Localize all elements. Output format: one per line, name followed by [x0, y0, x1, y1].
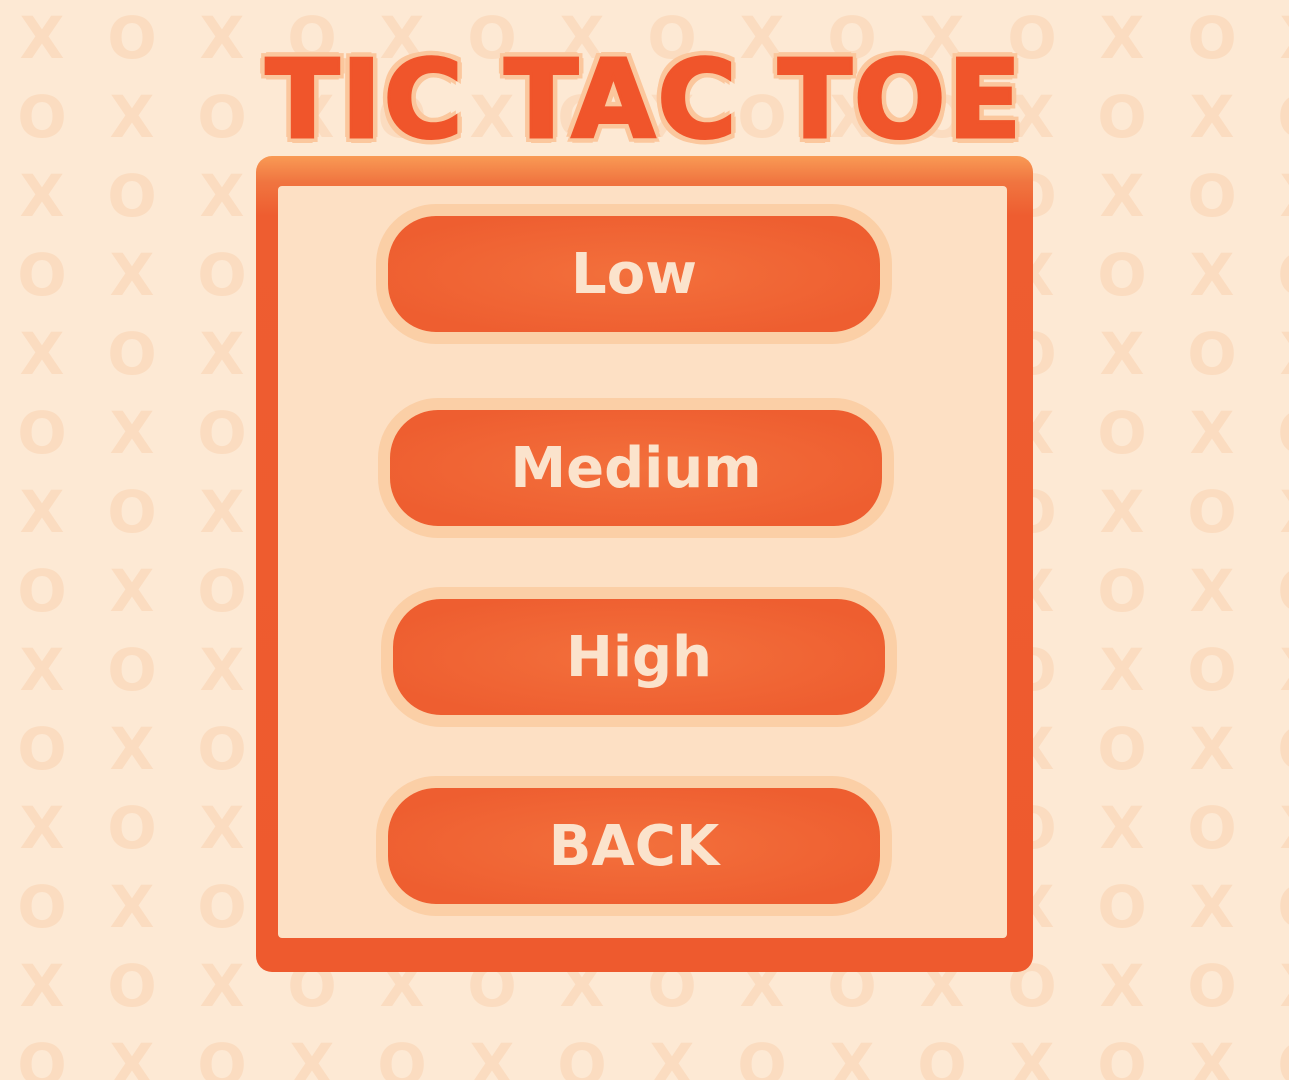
background-glyph: X: [19, 794, 65, 862]
background-glyph: X: [469, 1031, 515, 1080]
background-glyph: X: [109, 241, 155, 309]
background-glyph: X: [1099, 478, 1145, 546]
background-glyph: X: [1189, 399, 1235, 467]
difficulty-low-button[interactable]: Low: [376, 204, 892, 344]
background-glyph: X: [109, 715, 155, 783]
background-glyph: X: [1009, 1031, 1055, 1080]
background-glyph: O: [1097, 1031, 1147, 1080]
background-glyph: X: [1099, 794, 1145, 862]
background-glyph: X: [199, 794, 245, 862]
background-glyph: X: [19, 478, 65, 546]
background-glyph: X: [289, 1031, 335, 1080]
background-glyph: X: [19, 320, 65, 388]
background-glyph: O: [17, 873, 67, 941]
background-glyph: O: [107, 794, 157, 862]
background-glyph: O: [17, 241, 67, 309]
background-glyph: X: [199, 636, 245, 704]
background-glyph: O: [197, 399, 247, 467]
background-glyph: X: [19, 636, 65, 704]
background-glyph: X: [109, 1031, 155, 1080]
background-glyph: O: [1097, 557, 1147, 625]
background-glyph: O: [107, 162, 157, 230]
background-glyph: X: [199, 320, 245, 388]
background-glyph: X: [829, 1031, 875, 1080]
background-glyph: X: [1272, 956, 1289, 1016]
background-glyph: O: [107, 478, 157, 546]
background-glyph: X: [1272, 166, 1289, 226]
background-glyph: O: [1187, 162, 1237, 230]
background-glyph: X: [1099, 636, 1145, 704]
background-glyph: O: [1097, 399, 1147, 467]
background-glyph: O: [107, 320, 157, 388]
background-glyph: X: [109, 557, 155, 625]
background-glyph: X: [1099, 320, 1145, 388]
background-glyph: O: [197, 241, 247, 309]
background-glyph: X: [1189, 873, 1235, 941]
background-glyph: O: [1097, 873, 1147, 941]
background-glyph: X: [19, 952, 65, 1020]
background-glyph: O: [17, 557, 67, 625]
background-glyph: O: [1187, 794, 1237, 862]
background-glyph: X: [1189, 715, 1235, 783]
background-glyph: X: [1099, 162, 1145, 230]
background-glyph: O: [1272, 719, 1289, 779]
background-glyph: X: [1272, 482, 1289, 542]
background-glyph: O: [1272, 877, 1289, 937]
background-glyph: O: [17, 399, 67, 467]
background-glyph: X: [19, 162, 65, 230]
background-glyph: O: [1187, 952, 1237, 1020]
background-glyph: O: [1272, 561, 1289, 621]
background-glyph: O: [1272, 245, 1289, 305]
background-glyph: O: [1187, 478, 1237, 546]
background-glyph: O: [1272, 1035, 1289, 1080]
difficulty-high-button[interactable]: High: [381, 587, 897, 727]
background-glyph: X: [199, 162, 245, 230]
background-glyph: O: [557, 1031, 607, 1080]
background-glyph: X: [1272, 324, 1289, 384]
background-glyph: X: [1189, 557, 1235, 625]
background-glyph: O: [197, 557, 247, 625]
background-glyph: O: [197, 873, 247, 941]
background-glyph: X: [109, 873, 155, 941]
game-title: TIC TAC TOE: [264, 37, 1024, 165]
back-button[interactable]: BACK: [376, 776, 892, 916]
difficulty-medium-button[interactable]: Medium: [378, 398, 894, 538]
background-glyph: O: [1187, 636, 1237, 704]
background-glyph: X: [1272, 798, 1289, 858]
background-glyph: O: [737, 1031, 787, 1080]
background-glyph: X: [1189, 1031, 1235, 1080]
background-glyph: O: [1097, 241, 1147, 309]
background-glyph: X: [1099, 952, 1145, 1020]
background-glyph: O: [197, 1031, 247, 1080]
background-glyph: O: [1187, 320, 1237, 388]
background-glyph: O: [377, 1031, 427, 1080]
background-glyph: O: [197, 715, 247, 783]
background-glyph: X: [1189, 241, 1235, 309]
background-glyph: X: [109, 399, 155, 467]
background-glyph: O: [107, 952, 157, 1020]
background-glyph: O: [17, 1031, 67, 1080]
background-glyph: X: [199, 952, 245, 1020]
background-glyph: X: [1272, 640, 1289, 700]
background-glyph: O: [1097, 715, 1147, 783]
background-glyph: O: [1272, 403, 1289, 463]
background-glyph: O: [107, 636, 157, 704]
background-glyph: O: [17, 715, 67, 783]
background-glyph: O: [917, 1031, 967, 1080]
background-glyph: X: [199, 478, 245, 546]
background-glyph: X: [649, 1031, 695, 1080]
